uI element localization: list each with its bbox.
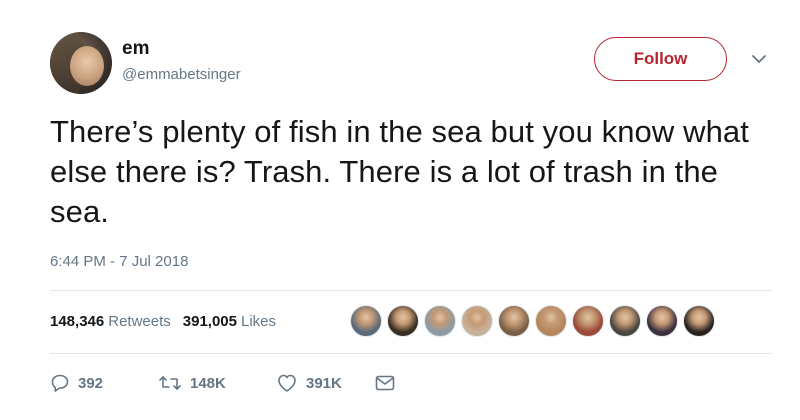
liker-avatar[interactable] xyxy=(424,305,456,337)
liker-avatars xyxy=(350,305,715,339)
likes-count[interactable]: 391,005 xyxy=(183,313,237,330)
liker-avatar[interactable] xyxy=(461,305,493,337)
user-handle[interactable]: @emmabetsinger xyxy=(122,66,241,83)
likes-label[interactable]: Likes xyxy=(241,313,276,330)
liker-avatar[interactable] xyxy=(683,305,715,337)
retweet-button[interactable]: 148K xyxy=(158,373,266,393)
liker-avatar[interactable] xyxy=(572,305,604,337)
chevron-down-icon[interactable] xyxy=(750,52,768,66)
like-icon xyxy=(278,374,296,392)
liker-avatar[interactable] xyxy=(498,305,530,337)
reply-count: 392 xyxy=(78,374,104,392)
retweets-label[interactable]: Retweets xyxy=(108,313,171,330)
reply-button[interactable]: 392 xyxy=(50,373,138,393)
like-count: 391K xyxy=(306,374,342,392)
tweet-timestamp[interactable]: 6:44 PM - 7 Jul 2018 xyxy=(50,253,188,270)
retweet-icon xyxy=(159,376,181,390)
liker-avatar[interactable] xyxy=(609,305,641,337)
tweet-card: em @emmabetsinger Follow There’s plenty … xyxy=(0,0,800,420)
tweet-actions: 392 148K 391K xyxy=(50,370,396,396)
follow-button[interactable]: Follow xyxy=(594,37,727,81)
retweets-count[interactable]: 148,346 xyxy=(50,313,104,330)
liker-avatar[interactable] xyxy=(350,305,382,337)
retweet-count: 148K xyxy=(190,374,226,392)
like-button[interactable]: 391K xyxy=(276,373,374,393)
avatar[interactable] xyxy=(50,32,112,94)
direct-message-button[interactable] xyxy=(374,373,396,393)
tweet-text: There’s plenty of fish in the sea but yo… xyxy=(50,114,749,229)
engagement-stats: 148,346 Retweets 391,005 Likes xyxy=(50,313,288,330)
divider xyxy=(50,353,772,354)
liker-avatar[interactable] xyxy=(387,305,419,337)
avatar-face xyxy=(70,46,104,86)
reply-icon xyxy=(51,374,69,392)
divider xyxy=(50,290,772,291)
message-icon xyxy=(375,375,395,391)
liker-avatar[interactable] xyxy=(535,305,567,337)
liker-avatar[interactable] xyxy=(646,305,678,337)
user-name[interactable]: em xyxy=(122,38,149,60)
